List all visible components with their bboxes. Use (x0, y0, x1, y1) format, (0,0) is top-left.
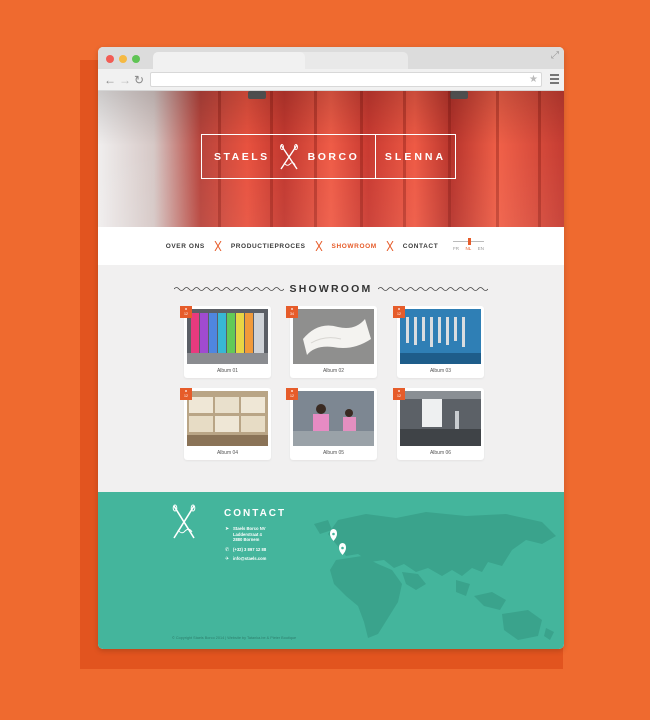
album-thumbnail-workers (293, 391, 374, 446)
nav-item-productieproces[interactable]: PRODUCTIEPROCES (231, 243, 306, 250)
album-photo-count-badge: ◘ 12 (180, 306, 192, 318)
world-map (314, 512, 556, 640)
crossed-needles-icon (279, 143, 298, 169)
album-photo-count-badge: ◘ 34 (286, 306, 298, 318)
language-fr[interactable]: FR (453, 246, 459, 251)
window-controls (106, 55, 140, 63)
album-card[interactable]: ◘ 12 Album 01 (180, 306, 271, 378)
close-window-button[interactable] (106, 55, 114, 63)
album-photo-count-badge: ◘ 12 (393, 388, 405, 400)
minimize-window-button[interactable] (119, 55, 127, 63)
crossed-needles-logo-icon (172, 504, 196, 539)
language-labels: FR NL EN (453, 246, 484, 251)
album-card[interactable]: ◘ 12 Album 05 (286, 388, 377, 460)
language-slider-handle[interactable] (468, 238, 471, 245)
album-card[interactable]: ◘ 12 Album 04 (180, 388, 271, 460)
contact-email: ✈ info@staels.com (225, 556, 266, 562)
footer-contact: CONTACT ➤ Staels Borco NV Ladderstraat 4… (98, 492, 564, 649)
send-icon: ✈ (225, 555, 230, 562)
language-en[interactable]: EN (478, 246, 484, 251)
album-thumbnail-warehouse (400, 391, 481, 446)
browser-titlebar: ⤢ (98, 47, 564, 69)
zoom-window-button[interactable] (132, 55, 140, 63)
bookmark-star-icon[interactable]: ★ (529, 74, 538, 85)
album-thumbnail-white-fabric (293, 309, 374, 364)
section-title-showroom: SHOWROOM (289, 283, 373, 295)
phone-icon: ✆ (225, 546, 230, 553)
album-thumbnail-wrench-wall (400, 309, 481, 364)
browser-menu-icon[interactable] (550, 74, 559, 86)
album-thumbnail-thread-spools (187, 309, 268, 364)
needle-separator-icon (214, 241, 222, 251)
contact-heading: CONTACT (224, 508, 287, 519)
brand-word-borco: BORCO (307, 150, 360, 163)
nav-item-showroom[interactable]: SHOWROOM (332, 243, 377, 250)
browser-window: ⤢ ← → ↻ ★ STAELS BORCO SLENNA OVER ONS P… (98, 47, 564, 649)
nav-item-contact[interactable]: CONTACT (403, 243, 439, 250)
album-photo-count-badge: ◘ 12 (393, 306, 405, 318)
address-city: 2880 Bornem (233, 537, 260, 543)
email-link[interactable]: info@staels.com (233, 556, 266, 562)
brand-logo[interactable]: STAELS BORCO SLENNA (201, 134, 456, 179)
forward-arrow-icon[interactable]: → (119, 73, 131, 87)
reload-icon[interactable]: ↻ (134, 73, 144, 87)
album-card[interactable]: ◘ 12 Album 03 (393, 306, 484, 378)
album-photo-count-badge: ◘ 12 (180, 388, 192, 400)
browser-tab-1[interactable] (153, 52, 305, 69)
contact-address: ➤ Staels Borco NV Ladderstraat 4 2880 Bo… (225, 526, 266, 543)
needle-separator-icon (315, 241, 322, 251)
album-card[interactable]: ◘ 12 Album 06 (393, 388, 484, 460)
address-bar[interactable]: ★ (150, 72, 542, 87)
language-slider-track (453, 238, 484, 245)
needle-separator-icon (386, 241, 394, 251)
album-caption: Album 06 (429, 450, 452, 456)
fullscreen-icon[interactable]: ⤢ (551, 51, 559, 61)
wave-divider-right (378, 287, 488, 291)
browser-toolbar: ← → ↻ ★ (98, 69, 564, 91)
showroom-section: SHOWROOM ◘ 12 Album 01 ◘ 34 Album 02 ◘ 1… (98, 265, 564, 492)
phone-number[interactable]: (+32) 3 897 12 88 (233, 547, 266, 553)
contact-details: ➤ Staels Borco NV Ladderstraat 4 2880 Bo… (225, 526, 266, 562)
language-nl[interactable]: NL (465, 246, 471, 251)
album-photo-count-badge: ◘ 12 (286, 388, 298, 400)
album-caption: Album 02 (322, 368, 345, 374)
back-arrow-icon[interactable]: ← (104, 73, 116, 87)
album-caption: Album 03 (429, 368, 452, 374)
copyright-text: © Copyright Staels Borco 2014 | Website … (172, 636, 297, 640)
location-arrow-icon: ➤ (225, 526, 230, 532)
nav-item-over-ons[interactable]: OVER ONS (166, 243, 205, 250)
album-caption: Album 04 (216, 450, 239, 456)
hero-banner: STAELS BORCO SLENNA (98, 91, 564, 227)
main-navigation: OVER ONS PRODUCTIEPROCES SHOWROOM CONTAC… (98, 227, 564, 265)
brand-word-staels: STAELS (214, 150, 270, 163)
album-caption: Album 01 (216, 368, 239, 374)
brand-word-slenna: SLENNA (384, 150, 447, 163)
album-thumbnail-boxes (187, 391, 268, 446)
language-slider[interactable]: FR NL EN (453, 238, 484, 251)
contact-phone: ✆ (+32) 3 897 12 88 (225, 547, 266, 553)
album-caption: Album 05 (322, 450, 345, 456)
brand-logo-left: STAELS BORCO (202, 135, 376, 178)
address-company: Staels Borco NV (233, 526, 266, 531)
album-card[interactable]: ◘ 34 Album 02 (286, 306, 377, 378)
